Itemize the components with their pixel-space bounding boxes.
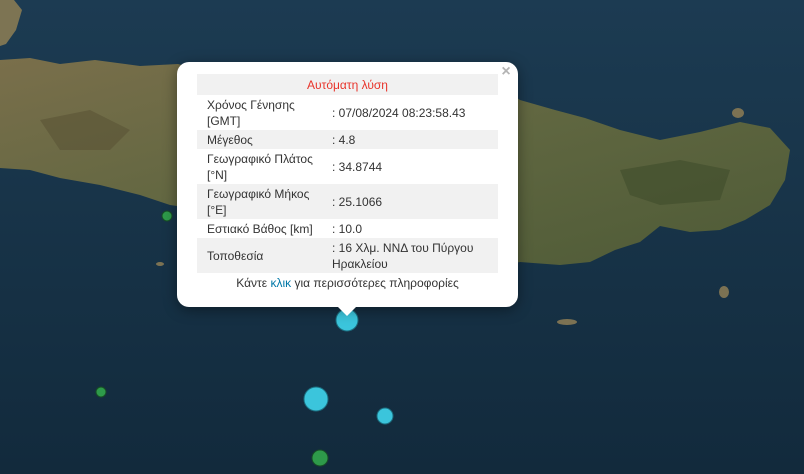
earthquake-marker[interactable] <box>161 210 173 222</box>
longitude-value: : 25.1066 <box>322 184 498 219</box>
origin-time-value: : 07/08/2024 08:23:58.43 <box>332 105 466 120</box>
longitude-label: Γεωγραφικό Μήκος [°E] <box>197 184 322 219</box>
more-info-line: Κάντε κλικ για περισσότερες πληροφορίες <box>197 276 498 290</box>
depth-value: : 10.0 <box>332 221 363 236</box>
islet-south-east <box>557 319 577 325</box>
location-value: : 16 Χλμ. ΝΝΔ του Πύργου Ηρακλείου <box>322 238 498 273</box>
latitude-label: Γεωγραφικό Πλάτος [°N] <box>207 151 313 182</box>
close-icon[interactable]: × <box>499 64 513 80</box>
origin-time-label: Χρόνος Γένησης [GMT] <box>207 97 295 128</box>
depth-label: Εστιακό Βάθος [km] <box>207 221 313 236</box>
earthquake-info-table: Αυτόματη λύση Χρόνος Γένησης [GMT] : 07/… <box>197 74 498 273</box>
earthquake-marker[interactable] <box>95 386 107 398</box>
islet-east <box>719 286 729 298</box>
earthquake-info-popup: × Αυτόματη λύση Χρόνος Γένησης [GMT] : 0… <box>177 62 518 316</box>
latitude-value: : 34.8744 <box>332 159 383 174</box>
more-info-link[interactable]: κλικ <box>270 276 291 290</box>
magnitude-value: : 4.8 <box>322 130 498 149</box>
more-info-prefix: Κάντε <box>236 276 271 290</box>
earthquake-marker[interactable] <box>303 386 329 412</box>
islet-north-east <box>732 108 744 118</box>
earthquake-marker[interactable] <box>376 407 394 425</box>
magnitude-label: Μέγεθος <box>197 130 322 149</box>
earthquake-marker[interactable] <box>311 449 329 467</box>
islet-west <box>156 262 164 266</box>
solution-type-header: Αυτόματη λύση <box>197 74 498 95</box>
more-info-suffix: για περισσότερες πληροφορίες <box>291 276 459 290</box>
location-label: Τοποθεσία <box>197 238 322 273</box>
